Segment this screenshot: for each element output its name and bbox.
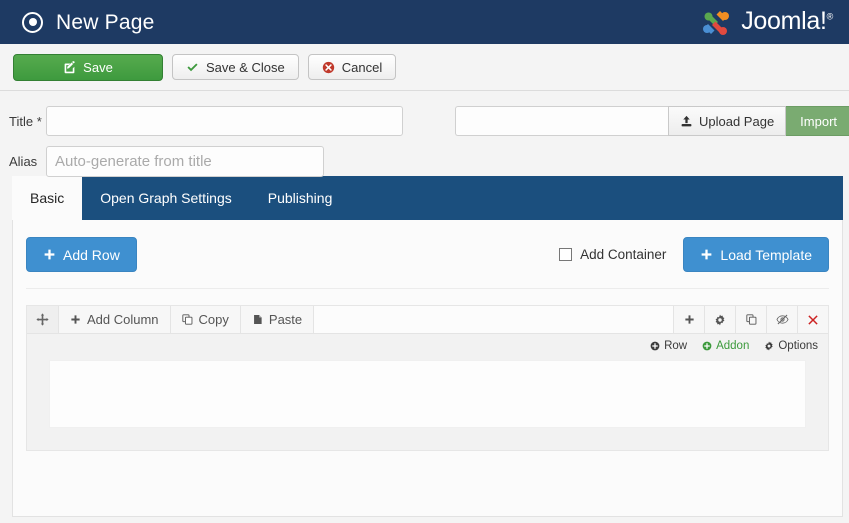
options-link-label: Options <box>778 340 818 352</box>
upload-page-label: Upload Page <box>699 113 775 129</box>
row-toolbar: Add Column Copy Paste <box>27 306 828 334</box>
add-addon-link[interactable]: Addon <box>702 340 749 352</box>
duplicate-icon[interactable] <box>735 306 766 333</box>
plus-icon <box>700 248 713 261</box>
add-column-button[interactable]: Add Column <box>59 306 171 333</box>
copy-label: Copy <box>198 312 229 327</box>
title-input[interactable] <box>46 106 403 136</box>
checkbox-box <box>559 248 573 261</box>
tab-basic-label: Basic <box>30 190 65 206</box>
upload-file-input[interactable] <box>455 106 668 136</box>
eye-slash-icon[interactable] <box>766 306 797 333</box>
joomla-logo: Joomla!® <box>701 7 837 38</box>
save-and-close-label: Save & Close <box>206 59 285 75</box>
plus-circle-icon <box>702 341 712 351</box>
add-row-link-label: Row <box>664 340 688 352</box>
builder-controls: Add Row Add Container Load Template <box>26 237 829 289</box>
row-action-icons <box>673 306 828 333</box>
tab-publishing-label: Publishing <box>267 190 333 206</box>
import-button[interactable]: Import <box>786 106 849 136</box>
builder-right-controls: Add Container Load Template <box>559 237 829 272</box>
app-header: New Page Joomla!® <box>0 0 849 44</box>
gear-icon <box>765 341 774 351</box>
add-container-checkbox[interactable]: Add Container <box>559 247 666 262</box>
add-column-label: Add Column <box>87 312 159 327</box>
gear-icon[interactable] <box>704 306 735 333</box>
joomla-wordmark: Joomla!® <box>741 6 834 35</box>
tab-publishing[interactable]: Publishing <box>250 176 351 220</box>
tab-open-graph-settings[interactable]: Open Graph Settings <box>82 176 250 220</box>
check-icon <box>186 61 199 74</box>
upload-import-group: Upload Page Import <box>455 106 849 136</box>
upload-page-button[interactable]: Upload Page <box>668 106 787 136</box>
page-title: New Page <box>56 10 155 34</box>
builder-row: Add Column Copy Paste Row Addon Options <box>26 305 829 451</box>
action-toolbar: Save Save & Close Cancel <box>0 44 849 91</box>
alias-input[interactable] <box>46 146 324 177</box>
header-left-group: New Page <box>22 10 155 34</box>
paste-label: Paste <box>268 312 303 327</box>
plus-icon <box>43 248 56 261</box>
joomla-mark-icon <box>703 10 730 35</box>
empty-column-dropzone[interactable] <box>49 360 806 428</box>
save-button[interactable]: Save <box>13 53 163 81</box>
drag-handle-icon[interactable] <box>27 306 59 333</box>
save-and-close-button[interactable]: Save & Close <box>172 54 299 80</box>
title-label: Title * <box>9 113 42 129</box>
copy-button[interactable]: Copy <box>170 306 241 333</box>
target-circle-icon <box>22 11 43 33</box>
import-label: Import <box>800 113 838 129</box>
page-builder-panel: Add Row Add Container Load Template Add … <box>12 220 843 517</box>
plus-circle-icon <box>650 341 660 351</box>
plus-icon[interactable] <box>673 306 704 333</box>
form-area: Title * Alias Upload Page Import <box>0 91 849 177</box>
row-quick-links: Row Addon Options <box>27 334 828 352</box>
cancel-button[interactable]: Cancel <box>307 54 397 80</box>
load-template-button[interactable]: Load Template <box>683 237 829 272</box>
panel-bottom-space <box>13 474 842 516</box>
paste-button[interactable]: Paste <box>240 306 315 333</box>
add-row-button[interactable]: Add Row <box>26 237 137 272</box>
add-addon-link-label: Addon <box>716 340 750 352</box>
delete-icon[interactable] <box>797 306 828 333</box>
clipboard-icon <box>252 314 263 325</box>
pencil-square-icon <box>63 60 76 74</box>
upload-icon <box>680 115 693 128</box>
add-row-label: Add Row <box>63 246 120 263</box>
load-template-label: Load Template <box>720 246 812 263</box>
tab-open-graph-settings-label: Open Graph Settings <box>100 190 232 206</box>
options-link[interactable]: Options <box>764 340 818 352</box>
plus-icon <box>70 314 81 325</box>
add-row-link[interactable]: Row <box>650 340 687 352</box>
add-container-label: Add Container <box>580 247 667 262</box>
alias-field-row: Alias <box>0 146 849 177</box>
row-toolbar-spacer <box>314 306 673 333</box>
brand-trademark: ® <box>826 11 834 22</box>
tab-basic[interactable]: Basic <box>12 176 83 220</box>
copy-icon <box>181 314 193 325</box>
times-circle-icon <box>322 61 335 74</box>
save-button-label: Save <box>83 59 113 75</box>
alias-label: Alias <box>9 154 38 169</box>
tab-bar: Basic Open Graph Settings Publishing <box>12 176 843 220</box>
cancel-label: Cancel <box>341 59 383 75</box>
